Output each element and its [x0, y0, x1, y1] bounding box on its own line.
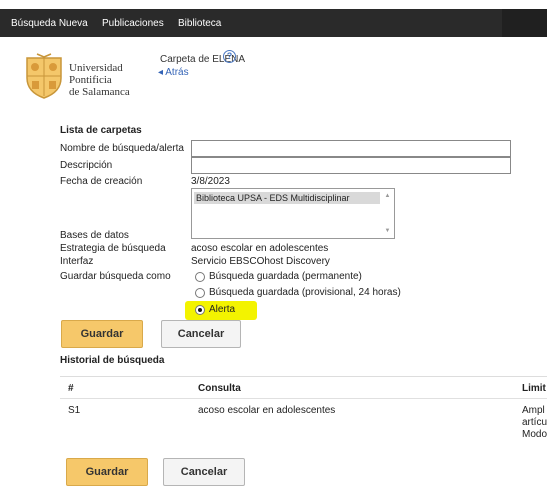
scroll-up-icon[interactable]: ▲: [383, 193, 392, 199]
radio-provisional-label: Búsqueda guardada (provisional, 24 horas…: [209, 287, 401, 298]
save-button-top[interactable]: Guardar: [61, 320, 143, 348]
top-navigation-bar: Búsqueda Nueva Publicaciones Biblioteca: [0, 9, 547, 37]
databases-label: Bases de datos: [60, 230, 129, 241]
interface-label: Interfaz: [60, 256, 94, 267]
databases-selected-option[interactable]: Biblioteca UPSA - EDS Multidisciplinar: [194, 192, 380, 204]
row-id: S1: [68, 405, 81, 416]
column-limiters: Limit: [522, 383, 546, 394]
logo-line-1: Universidad: [69, 62, 123, 74]
logo-line-2: Pontificia: [69, 74, 112, 86]
radio-permanent-icon[interactable]: [195, 272, 205, 282]
folder-list-title: Lista de carpetas: [60, 125, 142, 136]
help-icon[interactable]: ?: [223, 50, 236, 63]
name-input[interactable]: [191, 140, 511, 157]
description-label: Descripción: [60, 160, 113, 171]
name-label: Nombre de búsqueda/alerta: [60, 143, 184, 154]
nav-bar-end: [502, 9, 547, 37]
column-query: Consulta: [198, 383, 241, 394]
save-button-bottom[interactable]: Guardar: [66, 458, 148, 486]
university-logo: Universidad Pontificia de Salamanca: [23, 52, 143, 100]
row-query: acoso escolar en adolescentes: [198, 405, 336, 416]
nav-publications[interactable]: Publicaciones: [102, 18, 164, 29]
history-title: Historial de búsqueda: [60, 355, 165, 366]
description-input[interactable]: [191, 157, 511, 174]
history-header-row: # Consulta Limit: [60, 377, 547, 399]
nav-library[interactable]: Biblioteca: [178, 18, 221, 29]
databases-select[interactable]: Biblioteca UPSA - EDS Multidisciplinar ▲…: [191, 188, 395, 239]
radio-permanent-label: Búsqueda guardada (permanente): [209, 271, 362, 282]
history-table: # Consulta Limit S1 acoso escolar en ado…: [60, 376, 547, 454]
radio-alert-icon[interactable]: [195, 305, 205, 315]
column-number: #: [68, 383, 74, 394]
save-as-label: Guardar búsqueda como: [60, 271, 171, 282]
scroll-down-icon[interactable]: ▼: [383, 228, 392, 234]
cancel-button-bottom[interactable]: Cancelar: [163, 458, 245, 486]
radio-provisional-icon[interactable]: [195, 288, 205, 298]
cancel-button-top[interactable]: Cancelar: [161, 320, 241, 348]
crest-icon: [26, 53, 62, 99]
interface-value: Servicio EBSCOhost Discovery: [191, 256, 330, 267]
radio-alert-label: Alerta: [209, 304, 236, 315]
nav-new-search[interactable]: Búsqueda Nueva: [11, 18, 88, 29]
strategy-value: acoso escolar en adolescentes: [191, 243, 329, 254]
created-date-value: 3/8/2023: [191, 176, 230, 187]
back-link[interactable]: ◂ Atrás: [158, 67, 189, 78]
created-date-label: Fecha de creación: [60, 176, 143, 187]
strategy-label: Estrategia de búsqueda: [60, 243, 166, 254]
logo-line-3: de Salamanca: [69, 86, 130, 98]
row-limiters: Ampl artícu Modo: [522, 405, 547, 440]
